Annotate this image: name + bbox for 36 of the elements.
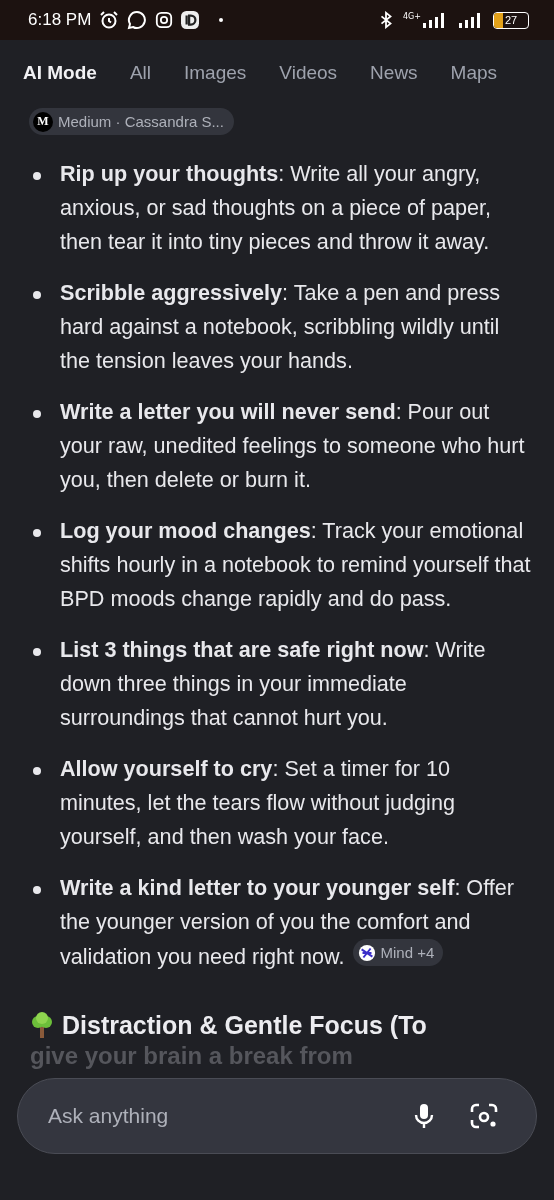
bullet-icon — [33, 767, 41, 775]
battery-indicator: 27 — [493, 11, 529, 29]
search-field[interactable]: Ask anything — [46, 1102, 378, 1129]
network-label: 4G+ — [403, 12, 421, 21]
status-time: 6:18 PM — [28, 10, 92, 30]
logo-icon — [357, 943, 376, 962]
microphone-icon[interactable] — [414, 1102, 434, 1129]
list-item-text: Log your mood changes: Track your emotional shifts hourly in a notebook to remind yourself that BPD moods change rapidly and do pass. — [60, 517, 532, 613]
bullet-icon — [33, 291, 41, 299]
tab[interactable]: Videos — [279, 60, 338, 86]
bullet-icon — [33, 410, 41, 418]
bullet-icon — [33, 172, 41, 180]
tab[interactable]: Maps — [450, 60, 498, 86]
bullet-icon — [33, 648, 41, 656]
tab[interactable]: News — [370, 60, 418, 86]
app-icon — [181, 11, 200, 29]
list-item-text: Allow yourself to cry: Set a timer for 10 minutes, let the tears flow without judging yourself, and then wash your face. — [60, 755, 456, 851]
tree-icon — [30, 1011, 54, 1039]
bullet-icon — [33, 529, 41, 537]
list-item-text: Scribble aggressively: Take a pen and press hard against a notebook, scribbling wildly until the tension leaves your hands. — [60, 279, 502, 375]
tab[interactable]: All — [129, 60, 151, 86]
source-chip[interactable]: M Medium · Cassandra S... — [29, 108, 234, 135]
lens-camera-icon[interactable] — [470, 1101, 498, 1130]
alarm-clock-icon — [99, 10, 120, 30]
bullet-icon — [33, 886, 41, 894]
citation-chip[interactable]: Mind +4 — [352, 939, 444, 966]
tab[interactable]: Images — [184, 60, 247, 86]
notification-dot-icon — [219, 18, 224, 22]
tab[interactable]: AI Mode — [23, 60, 97, 86]
camera-icon — [155, 11, 174, 29]
section-heading: Distraction & Gentle Focus (To — [62, 1010, 427, 1040]
list-item-text: Rip up your thoughts: Write all your angry, anxious, or sad thoughts on a piece of paper, then tear it into tiny pieces and throw it away. — [60, 160, 492, 256]
list-item-text: Write a letter you will never send: Pour out your raw, unedited feelings to someone who hurt you, then delete or burn it. — [60, 398, 526, 494]
list-item-text: Write a kind letter to your younger self: Offer the younger version of you the comfort and validation you need right now. Mind +4 — [60, 874, 515, 971]
list-item-text: List 3 things that are safe right now: Write down three things in your immediate surroundings that cannot hurt you. — [60, 636, 487, 732]
chat-icon — [127, 10, 148, 30]
